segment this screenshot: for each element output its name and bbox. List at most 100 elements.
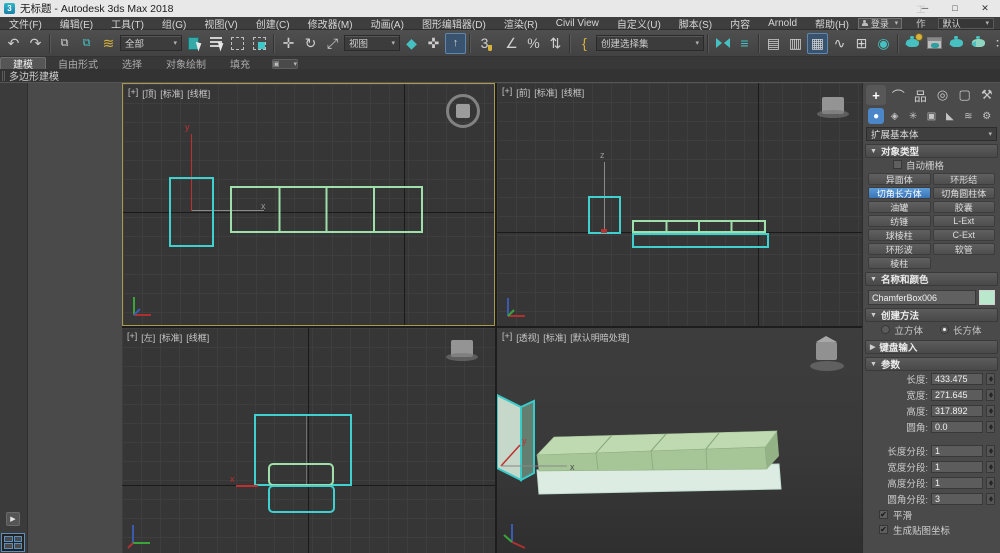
rectangular-selection-region-icon[interactable] bbox=[227, 33, 248, 54]
viewport-style-label[interactable]: [标准] bbox=[159, 331, 182, 344]
use-pivot-center-icon[interactable]: ◆ bbox=[401, 33, 422, 54]
viewport-shading-label[interactable]: [线框] bbox=[561, 86, 584, 99]
length-input[interactable]: 433.475 bbox=[931, 373, 983, 385]
fillet-segs-input[interactable]: 3 bbox=[931, 493, 983, 505]
schematic-view-icon[interactable]: ⊞ bbox=[851, 33, 872, 54]
viewport-top[interactable]: [+] [顶] [标准] [线框] y x bbox=[122, 83, 495, 326]
spinner[interactable] bbox=[986, 461, 995, 473]
menu-item-content[interactable]: 内容 bbox=[721, 16, 759, 31]
length-segs-input[interactable]: 1 bbox=[931, 445, 983, 457]
angle-snap-icon[interactable]: ∠ bbox=[501, 33, 522, 54]
rollout-creation-method[interactable]: ▼ 创建方法 bbox=[865, 308, 998, 322]
torus-knot-button[interactable]: 环形结 bbox=[933, 173, 996, 185]
menu-item-edit[interactable]: 编辑(E) bbox=[51, 16, 102, 31]
viewport-menu-icon[interactable]: [+] bbox=[502, 86, 512, 99]
c-ext-button[interactable]: C-Ext bbox=[933, 229, 996, 241]
select-and-manipulate-icon[interactable]: ✜ bbox=[423, 33, 444, 54]
spinner[interactable] bbox=[986, 373, 995, 385]
curve-editor-icon[interactable]: ∿ bbox=[829, 33, 850, 54]
cameras-category-icon[interactable]: ▣ bbox=[923, 108, 939, 124]
sofa-wire-top[interactable] bbox=[230, 186, 423, 233]
oiltank-button[interactable]: 油罐 bbox=[868, 201, 931, 213]
polygon-modeling-panel-label[interactable]: 多边形建模 bbox=[9, 68, 59, 83]
render-setup-icon[interactable] bbox=[902, 33, 923, 54]
ringwave-button[interactable]: 环形波 bbox=[868, 243, 931, 255]
keyboard-override-toggle-icon[interactable]: ↑ bbox=[445, 33, 466, 54]
menu-item-views[interactable]: 视图(V) bbox=[195, 16, 246, 31]
helpers-category-icon[interactable]: ◣ bbox=[942, 108, 958, 124]
window-crossing-icon[interactable] bbox=[249, 33, 270, 54]
select-and-link-icon[interactable]: ⧉ bbox=[54, 33, 75, 54]
spindle-button[interactable]: 纺锤 bbox=[868, 215, 931, 227]
create-tab-icon[interactable]: + bbox=[866, 85, 886, 105]
align-icon[interactable]: ≡ bbox=[734, 33, 755, 54]
maximize-button[interactable]: □ bbox=[940, 3, 970, 14]
rollout-keyboard-entry[interactable]: ▶ 键盘输入 bbox=[865, 340, 998, 354]
chamferbox-button[interactable]: 切角长方体 bbox=[868, 187, 931, 199]
l-ext-button[interactable]: L-Ext bbox=[933, 215, 996, 227]
redo-icon[interactable]: ↷ bbox=[25, 33, 46, 54]
selection-filter-dropdown[interactable]: 全部 ▾ bbox=[120, 35, 182, 51]
menu-item-animation[interactable]: 动画(A) bbox=[362, 16, 413, 31]
select-and-rotate-icon[interactable]: ↻ bbox=[300, 33, 321, 54]
viewport-shading-label[interactable]: [线框] bbox=[186, 331, 209, 344]
menu-item-group[interactable]: 组(G) bbox=[153, 16, 195, 31]
menu-item-civil-view[interactable]: Civil View bbox=[547, 18, 608, 29]
viewport-view-label[interactable]: [前] bbox=[516, 86, 530, 99]
geometry-category-icon[interactable]: ● bbox=[868, 108, 884, 124]
spinner[interactable] bbox=[986, 405, 995, 417]
reference-coordinate-dropdown[interactable]: 视图 ▾ bbox=[344, 35, 400, 51]
hedra-button[interactable]: 异面体 bbox=[868, 173, 931, 185]
render-in-cloud-icon[interactable] bbox=[968, 33, 989, 54]
sofa-cushion-wire-left[interactable] bbox=[268, 463, 334, 486]
login-dropdown[interactable]: 登录 ▾ bbox=[858, 18, 902, 29]
viewport-perspective[interactable]: [+] [透视] [标准] [默认明暗处理] y bbox=[497, 328, 862, 553]
modify-tab-icon[interactable]: ⌒ bbox=[888, 85, 908, 105]
select-by-name-icon[interactable] bbox=[205, 33, 226, 54]
rollout-object-type[interactable]: ▼ 对象类型 bbox=[865, 144, 998, 158]
viewport-style-label[interactable]: [标准] bbox=[543, 331, 566, 344]
smooth-checkbox[interactable]: ✔ bbox=[879, 510, 888, 519]
viewport-style-label[interactable]: [标准] bbox=[534, 86, 557, 99]
fillet-input[interactable]: 0.0 bbox=[931, 421, 983, 433]
viewcube[interactable] bbox=[810, 336, 844, 371]
menu-item-graph-editors[interactable]: 图形编辑器(D) bbox=[413, 16, 495, 31]
viewport-view-label[interactable]: [顶] bbox=[142, 87, 156, 100]
close-button[interactable]: ✕ bbox=[970, 3, 1000, 14]
sofa-base-wire-front[interactable] bbox=[632, 233, 769, 248]
spinner[interactable] bbox=[986, 445, 995, 457]
sofa-cushions-wire-front[interactable] bbox=[632, 220, 766, 233]
open-autodesk-app-icon[interactable]: ∷ bbox=[990, 33, 1000, 54]
spinner[interactable] bbox=[986, 477, 995, 489]
app-icon[interactable]: 3 bbox=[4, 3, 15, 14]
ribbon-toggle-icon[interactable]: ▦ bbox=[807, 33, 828, 54]
display-tab-icon[interactable]: ▢ bbox=[955, 85, 975, 105]
menu-item-tools[interactable]: 工具(T) bbox=[102, 16, 153, 31]
hierarchy-tab-icon[interactable]: 品 bbox=[910, 85, 930, 105]
layer-manager-icon[interactable]: ▥ bbox=[785, 33, 806, 54]
chamferbox-wire-top[interactable] bbox=[169, 177, 214, 247]
menu-item-modifiers[interactable]: 修改器(M) bbox=[299, 16, 362, 31]
capsule-button[interactable]: 胶囊 bbox=[933, 201, 996, 213]
ribbon-tab-object-paint[interactable]: 对象绘制 bbox=[154, 57, 218, 69]
named-selection-sets-dropdown[interactable]: 创建选择集 ▾ bbox=[596, 35, 704, 51]
viewport-shading-label[interactable]: [默认明暗处理] bbox=[570, 331, 629, 344]
material-editor-icon[interactable]: ◉ bbox=[873, 33, 894, 54]
perspective-scene[interactable]: y x bbox=[497, 328, 862, 553]
cube-radio[interactable] bbox=[881, 325, 890, 334]
height-input[interactable]: 317.892 bbox=[931, 405, 983, 417]
render-production-icon[interactable] bbox=[946, 33, 967, 54]
viewcube[interactable] bbox=[451, 340, 473, 357]
chamfercyl-button[interactable]: 切角圆柱体 bbox=[933, 187, 996, 199]
box-radio[interactable] bbox=[940, 325, 949, 334]
object-name-field[interactable]: ChamferBox006 bbox=[868, 290, 976, 305]
height-segs-input[interactable]: 1 bbox=[931, 477, 983, 489]
menu-item-create[interactable]: 创建(C) bbox=[247, 16, 299, 31]
sofa-base-wire-left[interactable] bbox=[268, 485, 335, 513]
menu-item-scripting[interactable]: 脚本(S) bbox=[670, 16, 721, 31]
mapping-coords-checkbox[interactable]: ✔ bbox=[879, 525, 888, 534]
gengon-button[interactable]: 球棱柱 bbox=[868, 229, 931, 241]
viewcube[interactable] bbox=[822, 97, 844, 114]
viewport-view-label[interactable]: [左] bbox=[141, 331, 155, 344]
primitive-category-dropdown[interactable]: 扩展基本体 ▾ bbox=[866, 127, 997, 141]
